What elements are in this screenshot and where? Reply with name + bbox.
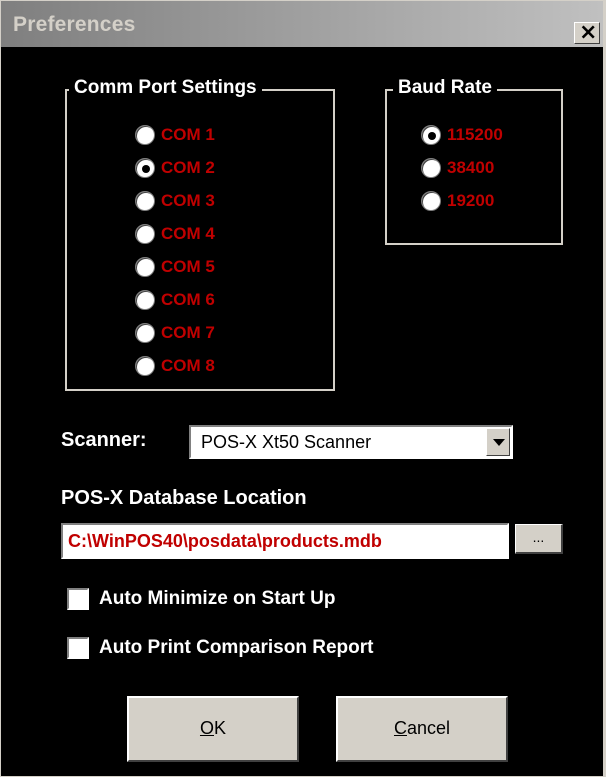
radio-com-8[interactable]: COM 8 [135, 352, 215, 380]
ok-label-rest: K [214, 718, 227, 738]
close-button[interactable]: × [574, 20, 600, 45]
comm-port-group-title: Comm Port Settings [69, 77, 262, 99]
radio-circle-icon[interactable] [421, 158, 441, 178]
radio-label: COM 4 [161, 224, 215, 243]
radio-circle-icon[interactable] [135, 323, 155, 343]
browse-button[interactable]: ... [515, 524, 563, 554]
radio-com-5[interactable]: COM 5 [135, 253, 215, 281]
radio-baud-38400[interactable]: 38400 [421, 154, 494, 182]
radio-com-1[interactable]: COM 1 [135, 121, 215, 149]
radio-circle-icon[interactable] [421, 191, 441, 211]
auto-print-checkbox[interactable] [67, 637, 89, 659]
auto-print-label: Auto Print Comparison Report [99, 637, 374, 658]
baud-rate-group-title: Baud Rate [393, 77, 497, 99]
radio-com-3[interactable]: COM 3 [135, 187, 215, 215]
radio-label: COM 6 [161, 290, 215, 309]
comm-port-group: Comm Port Settings COM 1 COM 2 COM 3 COM… [65, 77, 335, 391]
cancel-mnemonic: C [393, 718, 407, 738]
dialog-body: Comm Port Settings COM 1 COM 2 COM 3 COM… [11, 51, 599, 776]
radio-label: 38400 [447, 158, 495, 177]
baud-rate-group: Baud Rate 115200 38400 19200 [385, 77, 563, 245]
window-title: Preferences [13, 13, 136, 36]
radio-label: COM 5 [161, 257, 215, 276]
chevron-down-icon [493, 439, 505, 446]
radio-label: COM 8 [161, 356, 215, 375]
radio-circle-icon[interactable] [135, 257, 155, 277]
radio-label: 19200 [447, 191, 495, 210]
radio-selected-dot [428, 132, 436, 140]
close-icon: × [579, 20, 598, 45]
database-path-input[interactable]: C:\WinPOS40\posdata\products.mdb [61, 523, 509, 559]
radio-label: COM 1 [161, 125, 215, 144]
radio-label: COM 3 [161, 191, 215, 210]
radio-label: COM 2 [161, 158, 215, 177]
database-location-label: POS-X Database Location [61, 487, 307, 509]
radio-selected-dot [142, 165, 150, 173]
scanner-select-value: POS-X Xt50 Scanner [201, 432, 372, 452]
auto-print-option[interactable]: Auto Print Comparison Report [67, 635, 373, 661]
radio-label: 115200 [447, 125, 503, 144]
auto-minimize-option[interactable]: Auto Minimize on Start Up [67, 586, 335, 612]
radio-com-7[interactable]: COM 7 [135, 319, 215, 347]
preferences-dialog: Preferences × Comm Port Settings COM 1 C… [0, 0, 606, 777]
radio-baud-115200[interactable]: 115200 [421, 121, 503, 149]
radio-com-4[interactable]: COM 4 [135, 220, 215, 248]
cancel-button[interactable]: Cancel [336, 696, 508, 762]
auto-minimize-label: Auto Minimize on Start Up [99, 588, 336, 609]
radio-circle-icon[interactable] [421, 125, 441, 145]
radio-circle-icon[interactable] [135, 125, 155, 145]
database-path-value: C:\WinPOS40\posdata\products.mdb [68, 531, 382, 551]
scanner-select[interactable]: POS-X Xt50 Scanner [189, 425, 513, 459]
ok-button[interactable]: OK [127, 696, 299, 762]
cancel-label-rest: ancel [406, 718, 451, 738]
radio-com-2[interactable]: COM 2 [135, 154, 215, 182]
radio-circle-icon[interactable] [135, 356, 155, 376]
radio-com-6[interactable]: COM 6 [135, 286, 215, 314]
auto-minimize-checkbox[interactable] [67, 588, 89, 610]
radio-circle-icon[interactable] [135, 191, 155, 211]
ok-mnemonic: O [199, 718, 214, 738]
radio-circle-icon[interactable] [135, 290, 155, 310]
radio-baud-19200[interactable]: 19200 [421, 187, 494, 215]
scanner-label: Scanner: [61, 429, 147, 451]
radio-label: COM 7 [161, 323, 215, 342]
title-bar[interactable]: Preferences × [1, 1, 603, 47]
dropdown-button[interactable] [486, 428, 510, 456]
radio-circle-icon[interactable] [135, 224, 155, 244]
radio-circle-icon[interactable] [135, 158, 155, 178]
